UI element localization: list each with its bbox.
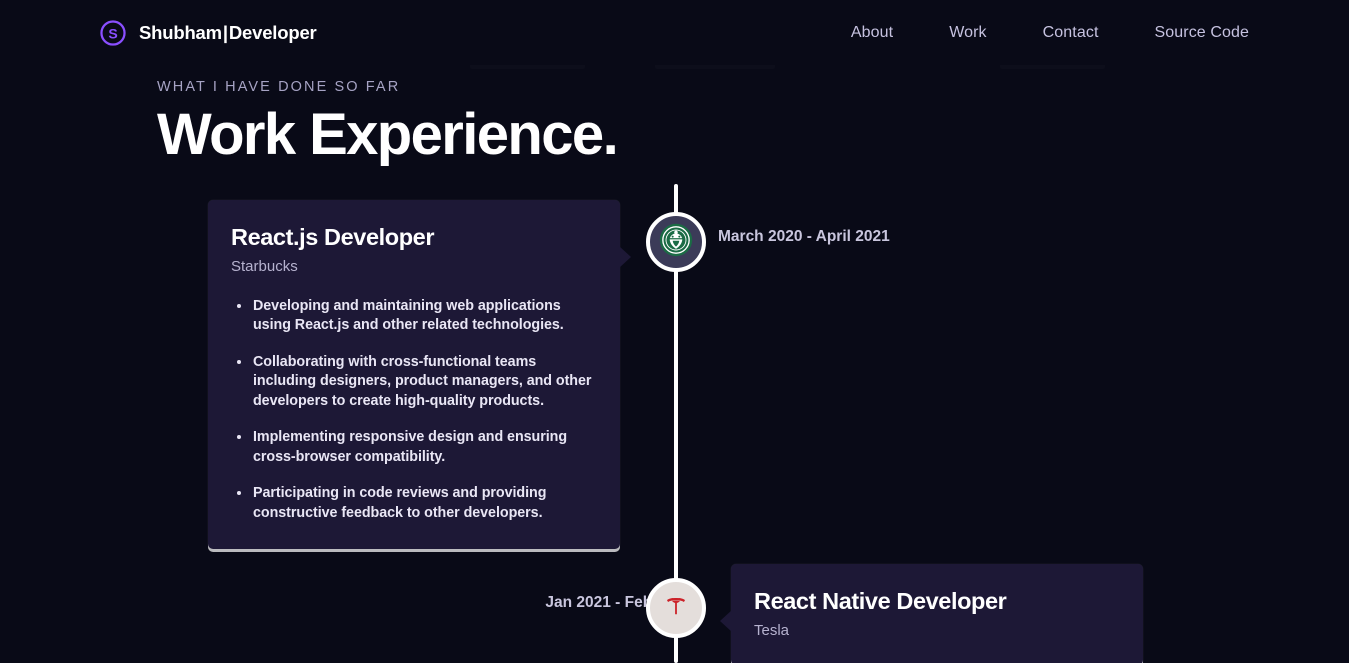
- brand-name: Shubham|Developer: [139, 22, 317, 44]
- brand-second: Developer: [228, 21, 317, 43]
- nav-link-contact[interactable]: Contact: [1043, 24, 1099, 42]
- section-eyebrow: WHAT I HAVE DONE SO FAR: [157, 79, 401, 95]
- nav-link-source-code[interactable]: Source Code: [1155, 24, 1250, 42]
- experience-card[interactable]: React.js Developer Starbucks Developing …: [208, 200, 631, 549]
- brand-logo-link[interactable]: S Shubham|Developer: [98, 18, 317, 48]
- nav-links: About Work Contact Source Code: [851, 24, 1249, 42]
- card-point: Participating in code reviews and provid…: [231, 484, 595, 523]
- card-title: React.js Developer: [231, 224, 435, 250]
- card-point: Collaborating with cross-functional team…: [231, 353, 595, 411]
- tesla-logo-icon: [661, 591, 691, 626]
- brand-first: Shubham: [139, 21, 222, 43]
- circle-s-logo-icon: S: [98, 18, 128, 48]
- experience-timeline: React.js Developer Starbucks Developing …: [0, 184, 1349, 663]
- nav-link-work[interactable]: Work: [949, 24, 986, 42]
- svg-text:S: S: [108, 25, 117, 41]
- navbar: S Shubham|Developer About Work Contact S…: [0, 0, 1349, 65]
- section-header: WHAT I HAVE DONE SO FAR Work Experience.: [157, 79, 619, 167]
- card-point: Developing and maintaining web applicati…: [231, 297, 595, 336]
- card-arrow-icon: [720, 610, 732, 632]
- timeline-marker-starbucks[interactable]: [646, 212, 706, 272]
- card-points: Developing and maintaining web applicati…: [231, 297, 595, 523]
- timeline-date: March 2020 - April 2021: [718, 228, 890, 245]
- starbucks-logo-icon: [658, 222, 694, 263]
- nav-link-about[interactable]: About: [851, 24, 893, 42]
- page-title: Work Experience.: [157, 102, 619, 167]
- brand-separator: |: [222, 21, 228, 43]
- card-arrow-icon: [619, 246, 631, 268]
- card-company: Starbucks: [231, 258, 298, 276]
- card-title: React Native Developer: [754, 588, 1007, 614]
- card-point: Implementing responsive design and ensur…: [231, 428, 595, 467]
- experience-card[interactable]: React Native Developer Tesla: [720, 564, 1143, 663]
- timeline-marker-tesla[interactable]: [646, 578, 706, 638]
- card-company: Tesla: [754, 622, 790, 640]
